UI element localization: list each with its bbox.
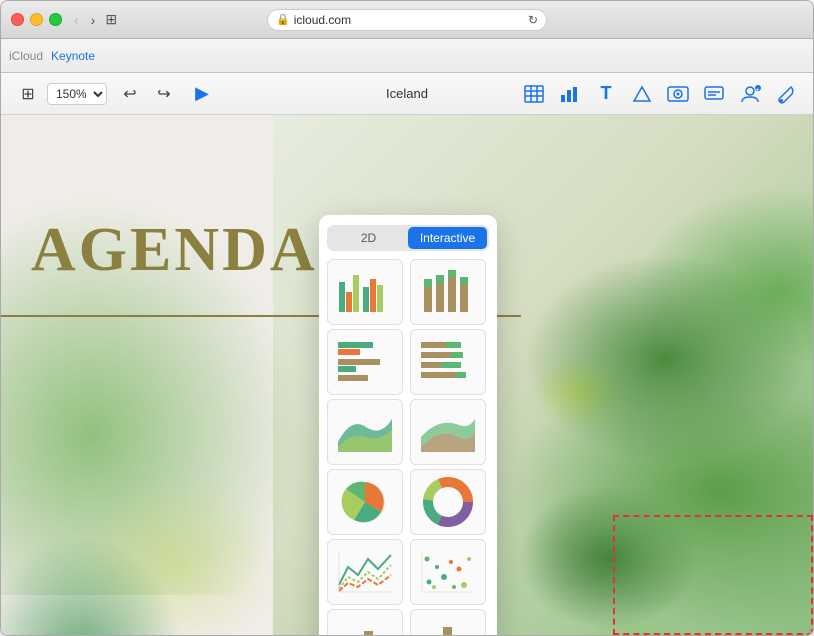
shapes-button[interactable] [627,80,657,108]
chart-item-bar-h-stacked[interactable] [410,329,486,395]
url-bar-wrap: 🔒 icloud.com ↻ [267,9,547,31]
slide-canvas: AGENDA 2D Interactive [1,115,813,635]
chart-item-bar-h-grouped[interactable] [327,329,403,395]
tabbar: iCloud Keynote [1,39,813,73]
document-title: Iceland [386,86,428,101]
tab-2d[interactable]: 2D [329,227,408,249]
text-button[interactable]: T [591,80,621,108]
redo-button[interactable]: ↪ [149,80,179,108]
minimize-button[interactable] [30,13,43,26]
toolbar: ⊞ 150% 100% 75% 50% ↩ ↪ ▶ Iceland T [1,73,813,115]
traffic-lights [11,13,62,26]
chart-item-bar-2d-1[interactable] [327,609,403,635]
toolbar-right: T + [519,80,801,108]
forward-button[interactable]: › [87,10,100,30]
chart-item-donut[interactable] [410,469,486,535]
chart-item-line[interactable] [327,539,403,605]
maximize-button[interactable] [49,13,62,26]
keynote-label[interactable]: Keynote [51,49,95,63]
slide-area[interactable]: AGENDA 2D Interactive [1,115,813,635]
media-button[interactable] [663,80,693,108]
chart-item-bar-2d-2[interactable] [410,609,486,635]
play-button[interactable]: ▶ [187,80,217,108]
chart-picker-popup: 2D Interactive [319,215,497,635]
app-window: ‹ › ⊞ 🔒 icloud.com ↻ iCloud Keynote ⊞ 15… [0,0,814,636]
comment-button[interactable] [699,80,729,108]
chart-item-pie[interactable] [327,469,403,535]
url-text: icloud.com [294,13,351,27]
url-bar[interactable]: 🔒 icloud.com ↻ [267,9,547,31]
icloud-label: iCloud [9,49,43,63]
chart-item-bar-grouped[interactable] [327,259,403,325]
tab-interactive[interactable]: Interactive [408,227,487,249]
chart-item-scatter[interactable] [410,539,486,605]
nav-buttons: ‹ › [70,10,99,30]
undo-button[interactable]: ↩ [115,80,145,108]
collaborate-button[interactable]: + [735,80,765,108]
chart-item-bar-stacked[interactable] [410,259,486,325]
chart-grid [319,259,497,635]
slides-panel-button[interactable]: ⊞ [13,80,43,108]
picker-tabs: 2D Interactive [327,225,489,251]
toolbar-history: ↩ ↪ [115,80,179,108]
zoom-select[interactable]: 150% 100% 75% 50% [47,83,107,105]
wrench-button[interactable] [771,80,801,108]
chart-item-area[interactable] [327,399,403,465]
titlebar: ‹ › ⊞ 🔒 icloud.com ↻ [1,1,813,39]
reload-button[interactable]: ↻ [528,13,538,27]
chart-button[interactable] [555,80,585,108]
selection-box [613,515,813,635]
sidebar-toggle-button[interactable]: ⊞ [105,11,117,28]
close-button[interactable] [11,13,24,26]
map-decor3 [1,515,201,635]
agenda-text: AGENDA [31,215,318,286]
table-button[interactable] [519,80,549,108]
back-button[interactable]: ‹ [70,10,83,30]
lock-icon: 🔒 [276,13,290,26]
toolbar-left: ⊞ 150% 100% 75% 50% [13,80,107,108]
svg-text:+: + [756,87,759,93]
chart-item-area-stacked[interactable] [410,399,486,465]
